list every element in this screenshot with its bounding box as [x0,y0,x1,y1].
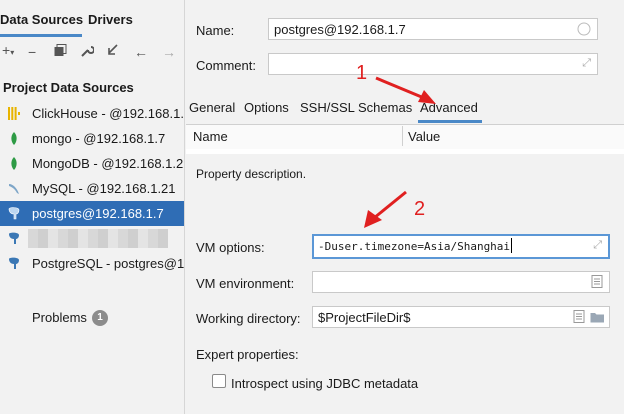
tree-item-postgresql[interactable]: PostgreSQL - postgres@1 [0,251,184,276]
mongo-leaf-icon [11,132,17,145]
tree-item-label: postgres@192.168.1.7 [32,206,164,221]
tree-item-label: ClickHouse - @192.168.1.2 [32,106,184,121]
project-data-sources-title: Project Data Sources [3,80,134,95]
properties-table-header [186,124,624,150]
vm-options-label: VM options: [196,240,265,255]
tree-item-label: mongo - @192.168.1.7 [32,131,166,146]
tab-ssh-ssl[interactable]: SSH/SSL [300,100,355,115]
active-tab-indicator [0,34,82,37]
color-circle-icon[interactable] [577,22,591,36]
tree-item-mysql[interactable]: MySQL - @192.168.1.21 [0,176,184,201]
tree-item-postgres-selected[interactable]: postgres@192.168.1.7 [0,201,184,226]
tab-drivers[interactable]: Drivers [88,12,133,27]
introspect-jdbc-label[interactable]: Introspect using JDBC metadata [231,376,418,391]
introspect-jdbc-checkbox[interactable] [212,374,226,388]
properties-table-body [186,149,624,154]
vm-options-value: -Duser.timezone=Asia/Shanghai [318,240,511,253]
working-directory-value: $ProjectFileDir$ [318,310,411,325]
problems-link[interactable]: Problems [32,310,87,325]
redacted-label [28,229,168,248]
add-icon[interactable]: +▾ [2,42,14,58]
annotation-arrow-1 [375,76,436,104]
tab-general[interactable]: General [189,100,235,115]
annotation-number-2: 2 [414,198,426,220]
postgres-elephant-icon [9,232,19,244]
tree-item-redacted[interactable] [0,226,184,251]
postgres-elephant-icon [9,257,19,269]
mysql-dolphin-icon [9,184,19,194]
expand-icon[interactable]: ⤢ [582,57,591,70]
tab-options[interactable]: Options [244,100,289,115]
column-divider [402,126,403,146]
back-arrow-icon[interactable]: ← [134,44,148,60]
column-name[interactable]: Name [193,129,228,144]
tree-item-mongo[interactable]: mongo - @192.168.1.7 [0,126,184,151]
comment-label: Comment: [196,58,256,73]
tree-item-label: MongoDB - @192.168.1.2 [32,156,184,171]
tree-item-clickhouse[interactable]: ClickHouse - @192.168.1.2 [0,101,184,126]
working-directory-label: Working directory: [196,311,301,326]
problems-count-badge: 1 [92,310,108,326]
text-cursor [511,238,513,253]
import-icon[interactable] [106,44,119,60]
working-directory-field[interactable]: $ProjectFileDir$ [312,306,610,328]
data-sources-panel: Data Sources Drivers +▾ − ← → Project Da… [0,0,185,414]
folder-icon[interactable] [590,311,605,323]
postgres-elephant-icon [8,207,20,220]
document-icon[interactable] [573,310,585,323]
clickhouse-icon [8,107,20,120]
vm-environment-label: VM environment: [196,276,295,291]
column-value[interactable]: Value [408,129,440,144]
expand-icon[interactable]: ⤢ [593,239,602,252]
wrench-icon[interactable] [80,44,95,61]
remove-icon[interactable]: − [28,44,36,60]
annotation-arrow-2 [364,190,407,228]
tree-item-mongodb[interactable]: MongoDB - @192.168.1.2 [0,151,184,176]
active-tab-underline [418,120,482,123]
vm-environment-field[interactable] [312,271,610,293]
document-icon[interactable] [591,275,603,288]
mongo-leaf-icon [11,157,17,170]
forward-arrow-icon[interactable]: → [162,44,176,60]
vm-options-field[interactable]: -Duser.timezone=Asia/Shanghai ⤢ [312,234,610,259]
expert-properties-label: Expert properties: [196,347,299,362]
property-description: Property description. [196,167,307,181]
tab-data-sources[interactable]: Data Sources [0,12,83,27]
tree-item-label: PostgreSQL - postgres@1 [32,256,184,271]
duplicate-icon[interactable] [54,44,67,60]
annotation-number-1: 1 [356,62,368,84]
tree-item-label: MySQL - @192.168.1.21 [32,181,176,196]
name-value: postgres@192.168.1.7 [274,22,406,37]
name-field[interactable]: postgres@192.168.1.7 [268,18,598,40]
name-label: Name: [196,23,235,38]
